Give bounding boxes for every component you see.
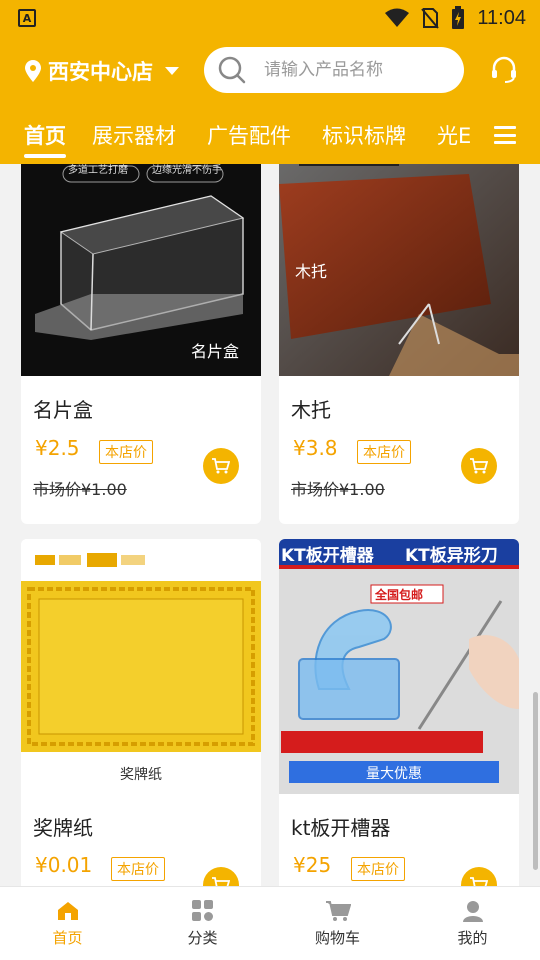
- shopping-cart-icon: [325, 900, 351, 921]
- image-caption: KT板异形刀: [405, 546, 498, 566]
- image-caption: KT板开槽器: [281, 546, 374, 566]
- no-sim-icon: [421, 8, 440, 29]
- image-caption: 全国包邮: [375, 588, 424, 602]
- product-image: 奖牌纸: [21, 539, 261, 794]
- status-time: 11:04: [477, 6, 526, 29]
- product-name: kt板开槽器: [291, 816, 391, 840]
- cart-icon: [470, 877, 488, 886]
- store-selector[interactable]: 西安中心店: [24, 56, 179, 86]
- menu-icon[interactable]: [494, 126, 516, 144]
- status-bar: A 11:04: [0, 0, 540, 36]
- user-icon: [462, 900, 483, 922]
- location-pin-icon: [25, 60, 41, 82]
- tab-signage[interactable]: 标识标牌: [322, 120, 406, 150]
- cart-icon: [212, 877, 230, 886]
- nav-cart[interactable]: 购物车: [270, 887, 405, 960]
- product-name: 奖牌纸: [33, 816, 93, 840]
- nav-home-label: 首页: [52, 928, 83, 947]
- add-to-cart-button[interactable]: [203, 448, 239, 484]
- product-image: 多道工艺打磨 边缘光滑不伤手 名片盒: [21, 164, 261, 376]
- product-card[interactable]: 奖牌纸 奖牌纸 ¥0.01 本店价: [21, 539, 261, 886]
- bottom-nav: 首页 分类 购物车 我的: [0, 886, 540, 960]
- add-to-cart-button[interactable]: [461, 867, 497, 886]
- nav-profile-label: 我的: [457, 928, 488, 947]
- search-input[interactable]: [264, 60, 444, 80]
- add-to-cart-button[interactable]: [203, 867, 239, 886]
- market-price: 市场价¥1.00: [33, 480, 127, 499]
- image-caption: 量大优惠: [366, 766, 422, 782]
- product-name: 名片盒: [33, 398, 93, 422]
- product-card[interactable]: 木托 木托 ¥3.8 本店价 市场价¥1.00: [279, 164, 519, 524]
- store-price-badge: 本店价: [351, 857, 405, 881]
- tab-ad-accessories[interactable]: 广告配件: [207, 120, 291, 150]
- store-price-badge: 本店价: [99, 440, 153, 464]
- product-grid: 多道工艺打磨 边缘光滑不伤手 名片盒 名片盒 ¥2.5 本店价 市场价¥1.00: [0, 164, 540, 886]
- image-caption: 多道工艺打磨: [68, 165, 128, 176]
- nav-home[interactable]: 首页: [0, 887, 135, 960]
- nav-profile[interactable]: 我的: [405, 887, 540, 960]
- image-caption: 名片盒: [190, 342, 239, 361]
- store-price-badge: 本店价: [357, 440, 411, 464]
- customer-service-icon[interactable]: [490, 56, 518, 84]
- product-card[interactable]: 多道工艺打磨 边缘光滑不伤手 名片盒 名片盒 ¥2.5 本店价 市场价¥1.00: [21, 164, 261, 524]
- kt-board-groover-image: [279, 539, 519, 794]
- cart-icon: [212, 458, 230, 474]
- nav-category[interactable]: 分类: [135, 887, 270, 960]
- cart-icon: [470, 458, 488, 474]
- battery-charging-icon: [452, 6, 465, 29]
- tab-home[interactable]: 首页: [24, 120, 66, 158]
- category-tabs: 首页 展示器材 广告配件 标识标牌 光E: [0, 116, 540, 164]
- product-price: ¥0.01: [35, 853, 93, 877]
- search-icon: [218, 56, 246, 84]
- app-header: 西安中心店 首页 展示器材 广告配件 标识标牌 光E: [0, 36, 540, 164]
- home-icon: [57, 901, 78, 920]
- nav-category-label: 分类: [187, 928, 218, 947]
- image-caption: 奖牌纸: [120, 767, 162, 783]
- tab-display-equipment[interactable]: 展示器材: [92, 120, 176, 150]
- image-caption: 边缘光滑不伤手: [152, 165, 222, 176]
- tab-lighting[interactable]: 光E: [437, 120, 470, 150]
- store-name: 西安中心店: [48, 60, 153, 84]
- product-price: ¥2.5: [35, 436, 80, 460]
- nav-cart-label: 购物车: [314, 928, 360, 947]
- product-card[interactable]: KT板开槽器 KT板异形刀 全国包邮 量大优惠 kt板开槽器 ¥25 本店价: [279, 539, 519, 886]
- add-to-cart-button[interactable]: [461, 448, 497, 484]
- product-name: 木托: [291, 398, 331, 422]
- image-caption: 木托: [295, 262, 328, 281]
- category-grid-icon: [191, 899, 213, 921]
- product-price: ¥25: [293, 853, 332, 877]
- product-image: 木托: [279, 164, 519, 376]
- search-box[interactable]: [204, 47, 464, 93]
- wifi-icon: [385, 8, 410, 27]
- market-price: 市场价¥1.00: [291, 480, 385, 499]
- app-notification-icon: A: [18, 9, 36, 27]
- store-price-badge: 本店价: [111, 857, 165, 881]
- product-image: KT板开槽器 KT板异形刀 全国包邮 量大优惠: [279, 539, 519, 794]
- dropdown-caret-icon: [165, 67, 179, 75]
- award-paper-image: [21, 539, 261, 794]
- scrollbar[interactable]: [533, 692, 538, 870]
- product-price: ¥3.8: [293, 436, 338, 460]
